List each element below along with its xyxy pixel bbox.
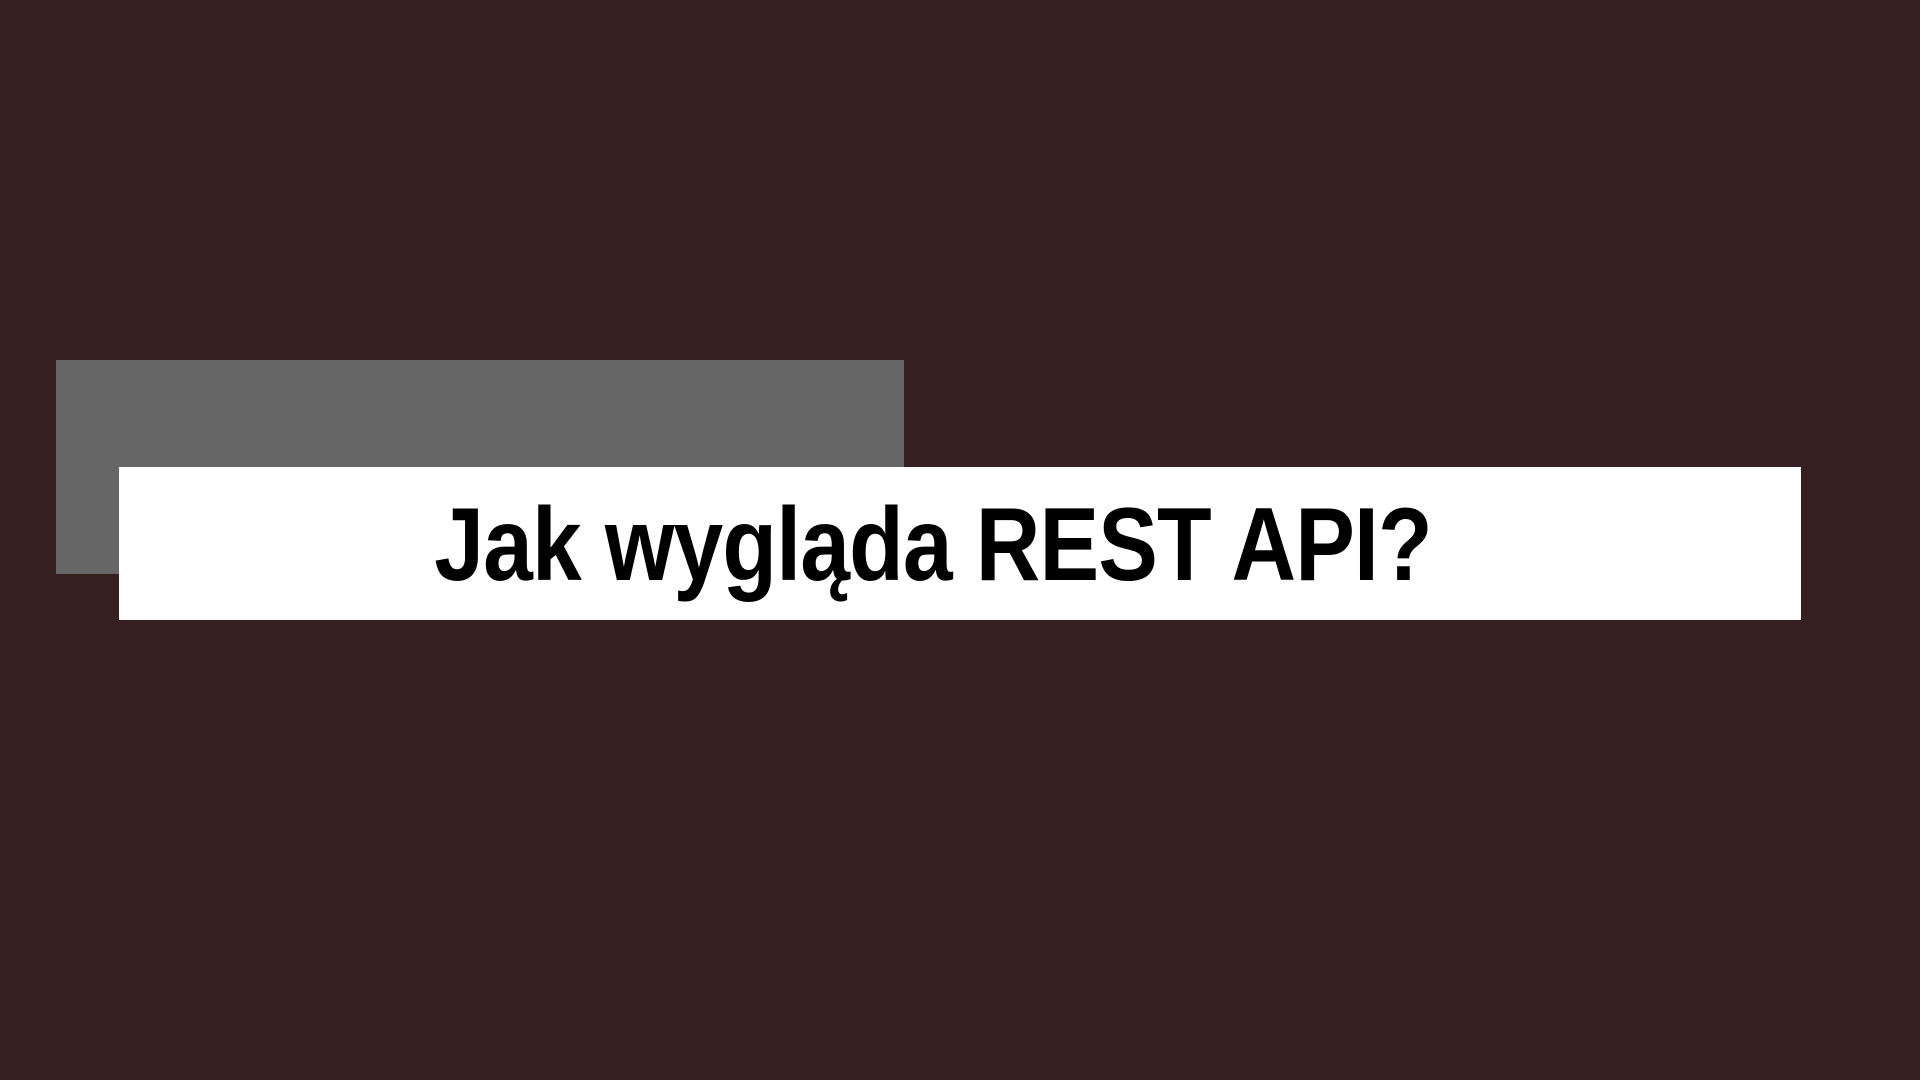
title-band: Jak wygląda REST API? xyxy=(119,467,1801,620)
slide: Jak wygląda REST API? xyxy=(0,0,1920,1080)
slide-title: Jak wygląda REST API? xyxy=(433,486,1432,603)
